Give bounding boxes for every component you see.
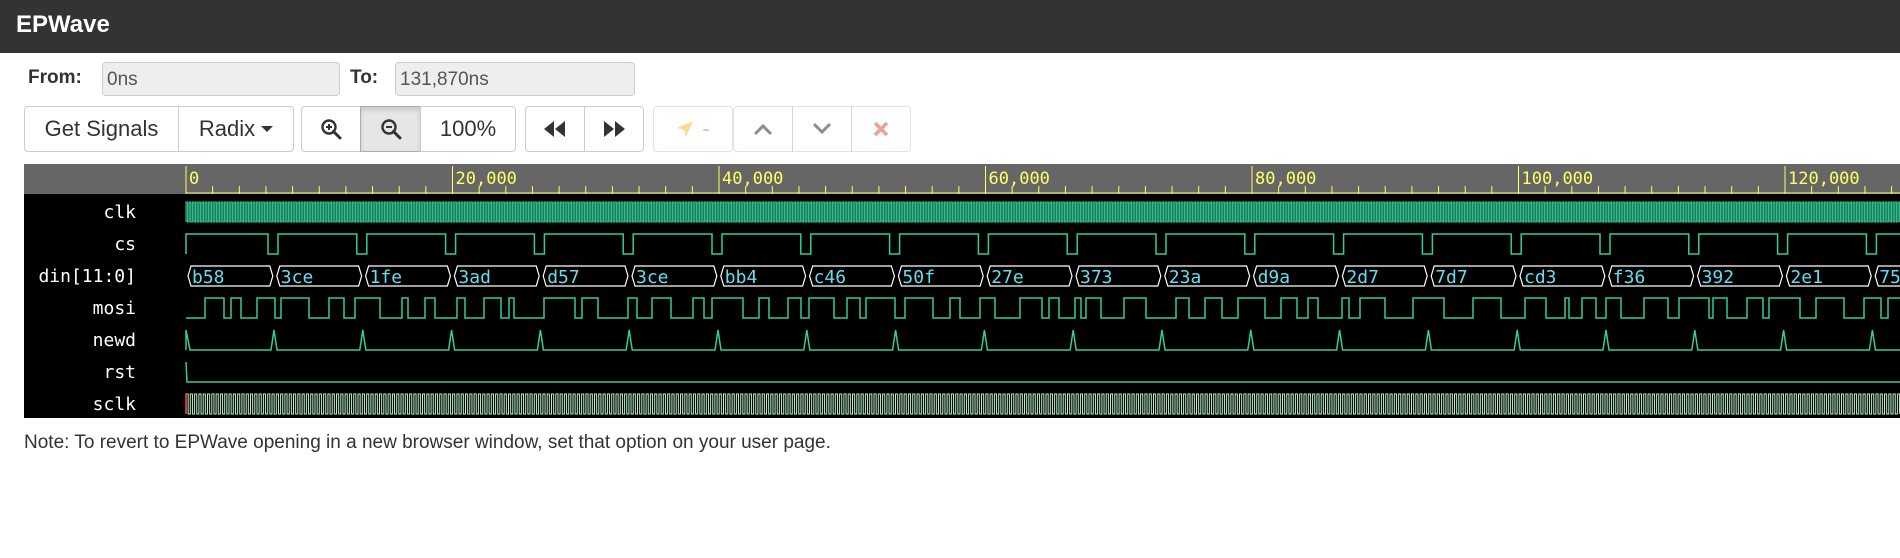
zoom-level-label: 100% bbox=[439, 116, 497, 141]
signal-order-button-group bbox=[733, 106, 911, 152]
move-up-button[interactable] bbox=[733, 106, 793, 152]
ruler-tick-label: 0 bbox=[189, 169, 199, 189]
rewind-button[interactable] bbox=[525, 106, 585, 152]
app-title: EPWave bbox=[16, 11, 110, 38]
bus-value: 2e1 bbox=[1790, 267, 1823, 288]
get-signals-label: Get Signals bbox=[44, 116, 159, 141]
bus-value: cd3 bbox=[1524, 267, 1557, 288]
radix-label: Radix bbox=[198, 116, 256, 141]
zoom-level-button[interactable]: 100% bbox=[420, 106, 516, 152]
signal-name-cs[interactable]: cs bbox=[114, 234, 136, 255]
bus-value: 1fe bbox=[370, 267, 403, 288]
get-signals-button[interactable]: Get Signals bbox=[24, 106, 179, 152]
bus-value: 2d7 bbox=[1346, 267, 1379, 288]
waveform-viewer[interactable]: 0 20,000 40,000 60,000 80,000 100,000 120,000 c… bbox=[24, 164, 1900, 418]
bus-value: 7d7 bbox=[1435, 267, 1468, 288]
bus-value: 23a bbox=[1169, 267, 1202, 288]
bus-value: b58 bbox=[192, 267, 225, 288]
forward-button[interactable] bbox=[584, 106, 644, 152]
waveform-clk[interactable] bbox=[185, 201, 1900, 223]
cursor-button-group: - bbox=[653, 106, 733, 152]
from-label: From: bbox=[28, 67, 82, 88]
ruler-tick-label: 80,000 bbox=[1255, 169, 1316, 189]
signal-area bbox=[24, 194, 1900, 418]
chevron-up-icon bbox=[753, 123, 773, 136]
bus-value: 27e bbox=[991, 267, 1024, 288]
navigate-button-group bbox=[525, 106, 644, 152]
zoom-in-icon bbox=[321, 119, 342, 140]
move-down-button[interactable] bbox=[792, 106, 852, 152]
bus-value: 392 bbox=[1702, 267, 1735, 288]
signal-name-rst[interactable]: rst bbox=[103, 362, 136, 383]
ruler-tick-label: 20,000 bbox=[456, 169, 517, 189]
signal-name-sclk[interactable]: sclk bbox=[93, 394, 137, 415]
bus-value: 3ad bbox=[458, 267, 491, 288]
backward-icon bbox=[544, 121, 565, 137]
ruler-tick-label: 100,000 bbox=[1522, 169, 1594, 189]
close-icon bbox=[873, 121, 889, 137]
caret-down-icon bbox=[261, 126, 274, 132]
location-arrow-icon bbox=[677, 121, 694, 137]
signals-button-group: Get Signals Radix bbox=[24, 106, 294, 152]
to-label: To: bbox=[350, 67, 379, 88]
forward-icon bbox=[604, 121, 625, 137]
chevron-down-icon bbox=[812, 122, 832, 135]
ruler-tick-label: 120,000 bbox=[1788, 169, 1860, 189]
zoom-out-button[interactable] bbox=[360, 106, 421, 152]
zoom-button-group: 100% bbox=[301, 106, 516, 152]
remove-signal-button[interactable] bbox=[851, 106, 911, 152]
bus-value: 373 bbox=[1080, 267, 1113, 288]
app-title-bar: EPWave bbox=[0, 0, 1900, 53]
zoom-in-button[interactable] bbox=[301, 106, 361, 152]
note-text: Note: To revert to EPWave opening in a n… bbox=[24, 432, 831, 453]
signal-name-din110[interactable]: din[11:0] bbox=[38, 266, 136, 287]
bus-value: d57 bbox=[547, 267, 580, 288]
signal-name-clk[interactable]: clk bbox=[103, 202, 136, 223]
signal-name-mosi[interactable]: mosi bbox=[93, 298, 136, 319]
ruler-tick-label: 60,000 bbox=[989, 169, 1050, 189]
signal-name-newd[interactable]: newd bbox=[93, 330, 136, 351]
bus-value: d9a bbox=[1258, 267, 1291, 288]
zoom-out-icon bbox=[380, 119, 401, 140]
cursor-button[interactable]: - bbox=[653, 106, 733, 152]
bus-value: 50f bbox=[902, 267, 935, 288]
bus-value: c46 bbox=[814, 267, 847, 288]
ruler-tick-label: 40,000 bbox=[722, 169, 783, 189]
from-field[interactable]: 0ns bbox=[102, 62, 340, 96]
bus-value: bb4 bbox=[725, 267, 758, 288]
radix-dropdown-button[interactable]: Radix bbox=[178, 106, 294, 152]
time-ruler[interactable] bbox=[24, 164, 1900, 194]
bus-value: f36 bbox=[1613, 267, 1646, 288]
bus-value: 3ce bbox=[281, 267, 314, 288]
to-field[interactable]: 131,870ns bbox=[395, 62, 635, 96]
bus-value: 3ce bbox=[636, 267, 669, 288]
cursor-value: - bbox=[702, 116, 710, 141]
bus-value: 75f bbox=[1879, 267, 1900, 288]
